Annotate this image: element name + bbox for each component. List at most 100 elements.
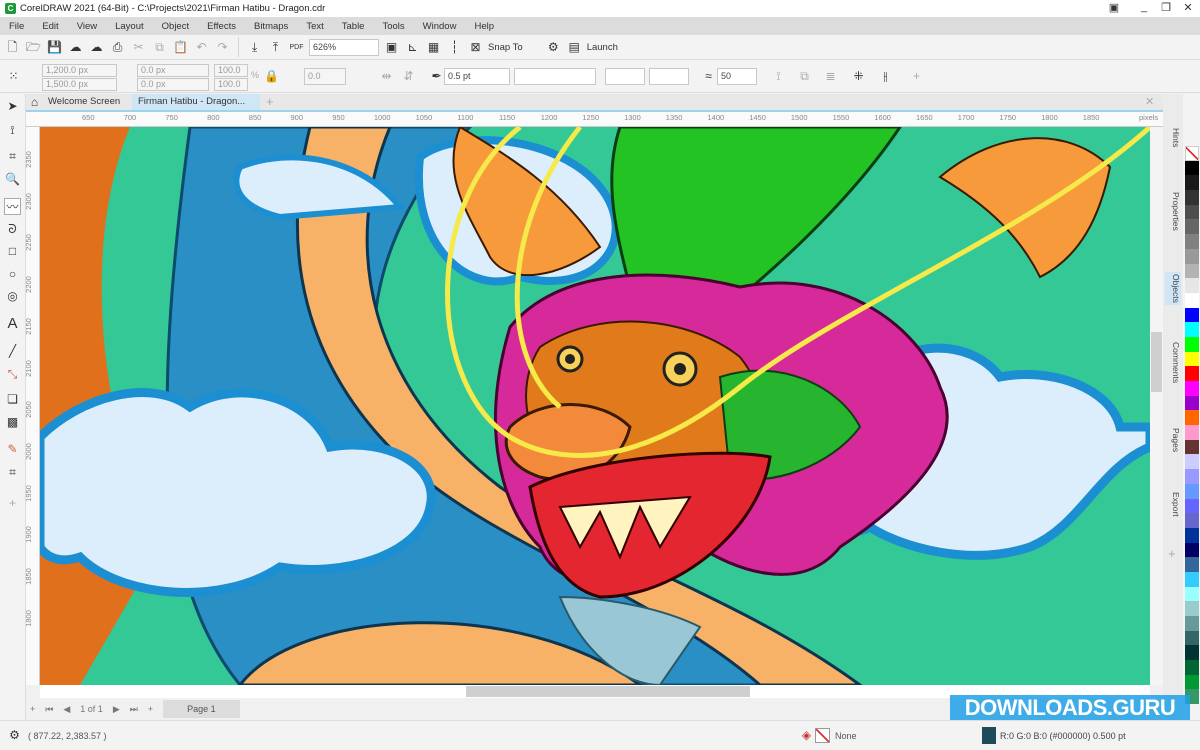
line-tool-icon[interactable]: ╱ [4,343,21,360]
menu-text[interactable]: Text [297,21,332,32]
menu-object[interactable]: Object [153,21,198,32]
color-swatch[interactable] [1185,234,1199,249]
color-swatch[interactable] [1185,498,1199,514]
full-screen-icon[interactable]: ▣ [383,39,400,56]
interactive-fill-icon[interactable]: ⌗ [4,464,21,481]
zoom-tool-icon[interactable]: 🔍 [4,171,21,188]
cloud-upload-icon[interactable]: ☁ [88,39,105,56]
undo-icon[interactable]: ↶ [193,39,210,56]
end-arrow-dropdown[interactable] [649,68,689,85]
color-swatch[interactable] [1185,630,1199,646]
last-page-button[interactable]: ⏭ [130,704,138,715]
rectangle-tool-icon[interactable]: □ [4,243,21,260]
snap-off-icon[interactable]: ⊠ [467,39,484,56]
outline-color-swatch[interactable] [982,727,996,744]
color-swatch[interactable] [1185,616,1199,631]
mirror-horizontal-icon[interactable]: ⇹ [378,68,395,85]
crop-tool-icon[interactable]: ⌗ [4,148,21,165]
color-swatch[interactable] [1185,278,1199,293]
menu-bitmaps[interactable]: Bitmaps [245,21,297,32]
trace-icon[interactable]: ⟟ [770,68,787,85]
text-tool-icon[interactable]: A [4,315,21,332]
open-folder-icon[interactable]: 🗁 [25,39,42,56]
color-swatch[interactable] [1185,557,1199,572]
grid-icon[interactable]: ▦ [425,39,442,56]
next-page-button[interactable]: ▶ [113,704,120,715]
menu-file[interactable]: File [0,21,33,32]
menu-window[interactable]: Window [414,21,466,32]
fill-none-swatch[interactable] [815,728,830,743]
transparency-tool-icon[interactable]: ▩ [4,414,21,431]
docker-tab-export[interactable]: Export [1165,490,1181,519]
rulers-icon[interactable]: ⊾ [404,39,421,56]
save-icon[interactable]: 💾 [46,39,63,56]
outline-width-field[interactable]: 0.5 pt [444,68,510,85]
pick-tool-icon[interactable]: ➤ [4,98,21,115]
docker-tab-hints[interactable]: Hints [1165,126,1181,149]
scale-y-field[interactable]: 100.0 [214,78,248,91]
color-swatch[interactable] [1185,351,1199,367]
minimize-button[interactable]: _ [1134,1,1154,13]
cloud-download-icon[interactable]: ☁ [67,39,84,56]
print-icon[interactable]: ⎙ [109,39,126,56]
color-swatch[interactable] [1185,219,1199,235]
align-nodes-icon[interactable]: ⫲ [877,68,894,85]
fill-icon[interactable]: ◈ [798,727,815,744]
object-height-field[interactable]: 1,500.0 px [42,78,117,91]
export-icon[interactable]: ⤒ [267,39,284,56]
menu-table[interactable]: Table [333,21,374,32]
color-swatch[interactable] [1185,527,1199,543]
color-swatch[interactable] [1185,175,1199,191]
color-swatch[interactable] [1185,322,1199,337]
reference-point-icon[interactable]: ⁙ [5,68,22,85]
close-button[interactable]: ✕ [1178,1,1198,14]
page-tab-1[interactable]: Page 1 [163,700,240,718]
color-swatch[interactable] [1185,674,1199,690]
eyedropper-tool-icon[interactable]: ✎ [4,441,21,458]
color-swatch[interactable] [1185,381,1199,396]
copy-icon[interactable]: ⧉ [151,39,168,56]
publish-pdf-icon[interactable]: PDF [288,39,305,56]
color-swatch[interactable] [1185,469,1199,484]
position-x-field[interactable]: 0.0 px [137,64,209,77]
color-swatch[interactable] [1185,645,1199,661]
connector-tool-icon[interactable]: ⤡ [4,366,21,383]
shape-tool-icon[interactable]: ⟟ [4,122,21,139]
color-swatch[interactable] [1185,425,1199,440]
docker-tab-comments[interactable]: Comments [1165,340,1181,385]
lock-ratio-icon[interactable]: 🔒 [263,68,280,85]
snap-to-dropdown[interactable]: Snap To [488,42,523,53]
rotation-field[interactable]: 0.0 [304,68,346,85]
menu-layout[interactable]: Layout [106,21,153,32]
docker-tab-pages[interactable]: Pages [1165,426,1181,454]
color-swatch[interactable] [1185,454,1199,470]
gear-icon[interactable]: ⚙ [545,39,562,56]
paste-icon[interactable]: 📋 [172,39,189,56]
docker-tab-properties[interactable]: Properties [1165,190,1181,233]
color-swatch[interactable] [1185,395,1199,411]
drawing-canvas[interactable] [40,127,1150,685]
color-swatch[interactable] [1185,248,1199,264]
menu-view[interactable]: View [68,21,106,32]
color-swatch[interactable] [1185,439,1199,455]
color-swatch[interactable] [1185,660,1199,675]
color-swatch[interactable] [1185,586,1199,602]
start-arrow-dropdown[interactable] [605,68,645,85]
home-icon[interactable]: ⌂ [26,94,43,110]
freehand-tool-icon[interactable]: 〰 [4,198,21,215]
import-icon[interactable]: ⤓ [246,39,263,56]
color-swatch[interactable] [1185,513,1199,528]
color-swatch[interactable] [1185,483,1199,499]
menu-effects[interactable]: Effects [198,21,245,32]
horizontal-ruler[interactable]: 650 700 750 800 850 900 950 1000 1050 1100 1150 120… [26,112,1163,127]
scale-x-field[interactable]: 100.0 [214,64,248,77]
color-swatch[interactable] [1185,542,1199,558]
menu-help[interactable]: Help [465,21,503,32]
color-swatch[interactable] [1185,410,1199,426]
artistic-media-icon[interactable]: ᘐ [4,221,21,238]
docker-tab-objects[interactable]: Objects [1165,272,1181,305]
cut-icon[interactable]: ✂ [130,39,147,56]
add-page-before-button[interactable]: + [30,704,35,714]
horizontal-scroll-thumb[interactable] [466,686,750,697]
color-swatch[interactable] [1185,336,1199,352]
